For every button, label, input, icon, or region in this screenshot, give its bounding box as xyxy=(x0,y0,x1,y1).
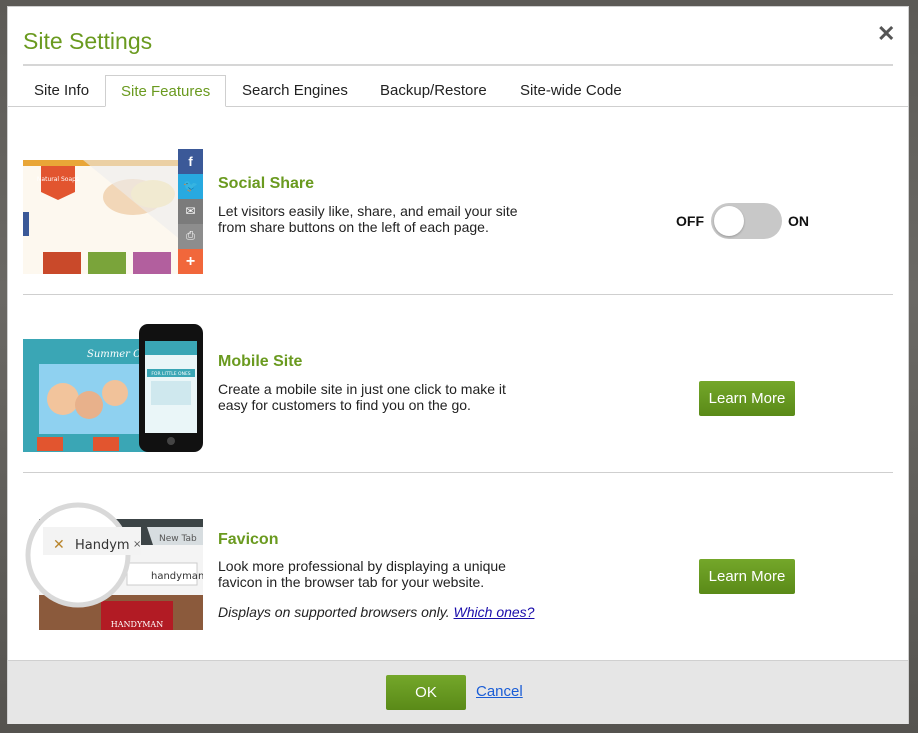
row-divider xyxy=(23,294,893,295)
favicon-title: Favicon xyxy=(218,531,279,548)
tab-bar: Site Info Site Features Search Engines B… xyxy=(8,75,908,107)
svg-text:×: × xyxy=(133,539,141,550)
favicon-learn-more-button[interactable]: Learn More xyxy=(699,559,795,594)
title-divider xyxy=(23,64,893,66)
which-ones-link[interactable]: Which ones? xyxy=(454,604,535,620)
mobile-learn-more-button[interactable]: Learn More xyxy=(699,381,795,416)
social-share-title: Social Share xyxy=(218,175,315,192)
social-share-description: Let visitors easily like, share, and ema… xyxy=(218,203,518,235)
toggle-on-label: ON xyxy=(788,213,809,229)
toggle-knob xyxy=(714,206,744,236)
close-icon[interactable]: ✕ xyxy=(877,23,895,45)
tab-site-wide-code[interactable]: Site-wide Code xyxy=(505,75,637,106)
favicon-note-text: Displays on supported browsers only. xyxy=(218,604,450,620)
thumb-new-tab-text: New Tab xyxy=(159,534,197,544)
svg-text:✕: ✕ xyxy=(53,537,65,553)
favicon-thumbnail: HANDYMAN New Tab handyman Handym ✕ × xyxy=(23,497,203,630)
social-share-toggle[interactable] xyxy=(711,203,782,239)
mobile-site-description: Create a mobile site in just one click t… xyxy=(218,381,506,413)
thumb-tab-text: Handym xyxy=(75,538,130,553)
social-share-thumbnail: Natural Soaps f 🐦 ✉ ⎙ + xyxy=(23,142,203,274)
favicon-note: Displays on supported browsers only. Whi… xyxy=(218,604,534,620)
cancel-link[interactable]: Cancel xyxy=(476,683,523,700)
ok-button[interactable]: OK xyxy=(386,675,466,710)
twitter-icon: 🐦 xyxy=(178,174,203,199)
thumb-sign-text: HANDYMAN xyxy=(111,620,163,629)
tab-site-info[interactable]: Site Info xyxy=(19,75,104,106)
mobile-site-thumbnail: Summer Camp FOR LITTLE ONES xyxy=(23,319,203,452)
thumb-logo-text: Natural Soaps xyxy=(37,176,79,183)
tab-search-engines[interactable]: Search Engines xyxy=(227,75,363,106)
site-settings-dialog: Site Settings ✕ Site Info Site Features … xyxy=(7,6,909,724)
tab-site-features[interactable]: Site Features xyxy=(105,75,227,107)
dialog-title: Site Settings xyxy=(23,28,153,54)
tab-backup-restore[interactable]: Backup/Restore xyxy=(365,75,502,106)
mobile-site-title: Mobile Site xyxy=(218,353,303,370)
facebook-icon: f xyxy=(178,149,203,174)
row-divider xyxy=(23,472,893,473)
print-icon: ⎙ xyxy=(178,224,203,249)
toggle-off-label: OFF xyxy=(676,213,704,229)
thumb-address-text: handyman xyxy=(151,571,203,582)
favicon-description: Look more professional by displaying a u… xyxy=(218,558,506,590)
thumb-banner-text: FOR LITTLE ONES xyxy=(151,371,190,377)
plus-icon: + xyxy=(178,249,203,274)
dialog-footer: OK Cancel xyxy=(8,660,908,724)
email-icon: ✉ xyxy=(178,199,203,224)
